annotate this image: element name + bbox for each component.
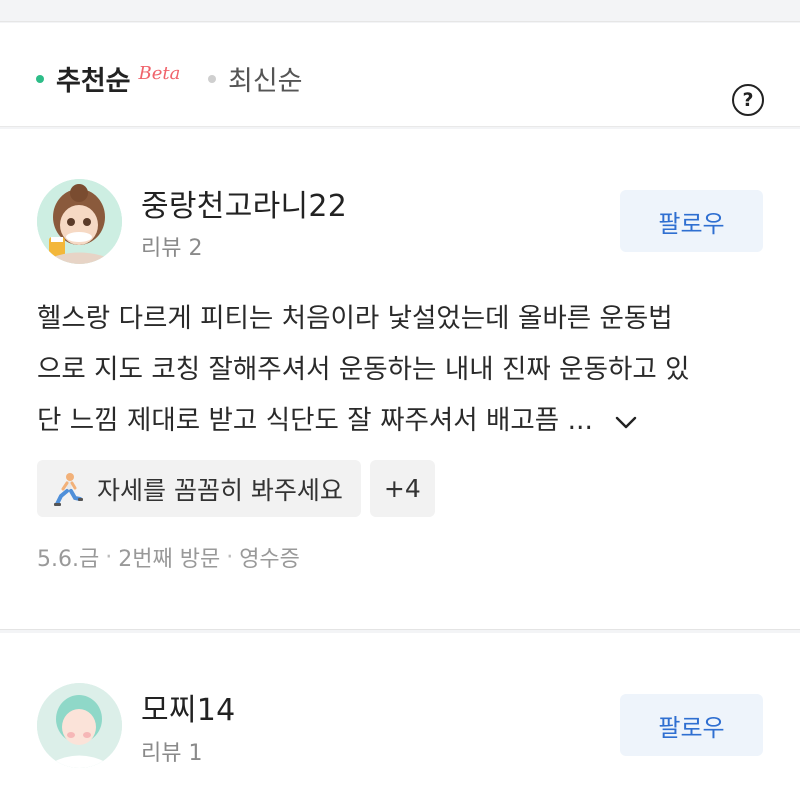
review-text-line: 헬스랑 다르게 피티는 처음이라 낯설었는데 올바른 운동법 xyxy=(37,303,673,334)
keyword-tag[interactable]: 자세를 꼼꼼히 봐주세요 xyxy=(37,460,361,517)
sort-recommended-label: 추천순 xyxy=(56,66,131,97)
review-text[interactable]: 헬스랑 다르게 피티는 처음이라 낯설었는데 올바른 운동법 으로 지도 코칭 … xyxy=(37,293,767,447)
meta-separator: · xyxy=(226,544,234,570)
reviewer-nickname[interactable]: 모찌14 xyxy=(141,685,236,729)
help-icon[interactable]: ? xyxy=(732,84,764,116)
sort-recommended[interactable]: 추천순 Beta xyxy=(36,59,180,98)
chevron-down-icon[interactable] xyxy=(615,396,637,447)
review-text-line: 단 느낌 제대로 받고 식단도 잘 짜주셔서 배고픔 ... xyxy=(37,405,593,436)
exercise-emoji-icon xyxy=(54,472,83,506)
meta-separator: · xyxy=(105,544,113,570)
selected-dot xyxy=(36,74,44,83)
reviewer-review-count: 리뷰 2 xyxy=(141,236,203,261)
reviewer-review-count: 리뷰 1 xyxy=(141,741,203,766)
sort-latest[interactable]: 최신순 xyxy=(208,59,303,98)
review-card: 중랑천고라니22 리뷰 2 팔로우 헬스랑 다르게 피티는 처음이라 낯설었는데… xyxy=(0,129,800,630)
sort-bar: 추천순 Beta 최신순 ? xyxy=(0,23,800,127)
unselected-dot xyxy=(208,74,216,83)
more-tags-button[interactable]: +4 xyxy=(369,460,435,517)
review-card: 모찌14 리뷰 1 팔로우 xyxy=(0,633,800,800)
top-strip xyxy=(0,0,800,22)
avatar[interactable] xyxy=(37,683,122,768)
reviewer-nickname[interactable]: 중랑천고라니22 xyxy=(141,181,347,225)
review-text-line: 으로 지도 코칭 잘해주셔서 운동하는 내내 진짜 운동하고 있 xyxy=(37,354,690,385)
keyword-tag-label: 자세를 꼼꼼히 봐주세요 xyxy=(97,475,343,505)
avatar[interactable] xyxy=(37,179,122,264)
keyword-tags: 자세를 꼼꼼히 봐주세요 +4 xyxy=(37,460,435,517)
sort-latest-label: 최신순 xyxy=(228,66,303,97)
visit-count: 2번째 방문 xyxy=(118,547,221,572)
verification-type: 영수증 xyxy=(239,547,300,572)
follow-button[interactable]: 팔로우 xyxy=(620,694,763,756)
visit-date: 5.6.금 xyxy=(37,547,100,572)
beta-badge: Beta xyxy=(138,63,181,84)
follow-button[interactable]: 팔로우 xyxy=(620,190,763,252)
review-meta: 5.6.금 · 2번째 방문 · 영수증 xyxy=(37,541,300,573)
review-text-line-last: 단 느낌 제대로 받고 식단도 잘 짜주셔서 배고픔 ... xyxy=(37,395,767,447)
